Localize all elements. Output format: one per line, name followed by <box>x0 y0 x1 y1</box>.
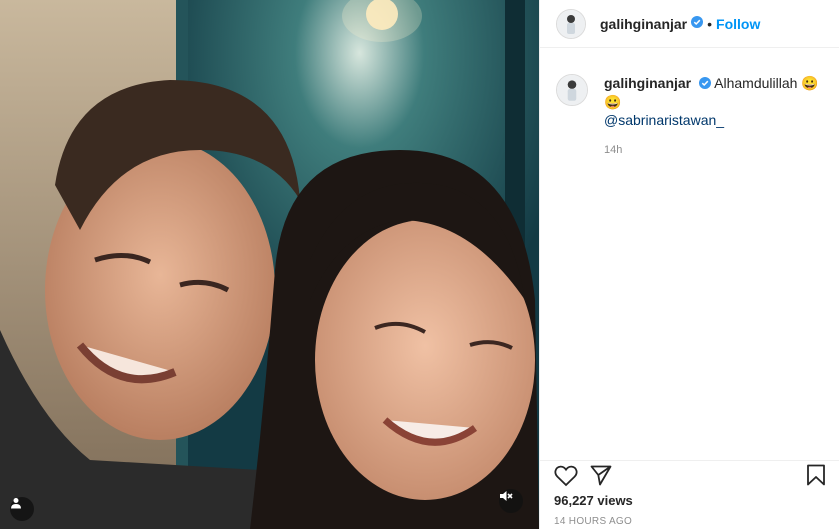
verified-badge-icon <box>691 15 704 33</box>
post-username[interactable]: galihginanjar <box>600 16 687 32</box>
avatar[interactable] <box>556 8 586 39</box>
paper-plane-icon[interactable] <box>590 464 612 486</box>
caption-avatar[interactable] <box>556 74 588 106</box>
follow-button[interactable]: Follow <box>716 16 760 32</box>
bookmark-icon[interactable] <box>806 464 826 486</box>
caption-body: galihginanjar Alhamdulillah 😀😀 @sabrinar… <box>604 74 823 159</box>
avatar-image <box>557 9 585 38</box>
caption: galihginanjar Alhamdulillah 😀😀 @sabrinar… <box>540 48 839 159</box>
post-side-panel: galihginanjar • Follow galihginanjar Alh… <box>539 0 839 529</box>
avatar-image <box>557 75 587 105</box>
heart-icon[interactable] <box>554 465 578 487</box>
view-count[interactable]: 96,227 views <box>554 493 633 508</box>
user-tag-icon <box>11 498 21 509</box>
video-frame <box>0 0 539 529</box>
post-header: galihginanjar • Follow <box>540 0 839 48</box>
post-video[interactable] <box>0 0 539 529</box>
separator-dot: • <box>707 15 713 32</box>
action-bar <box>540 460 839 490</box>
mention-link[interactable]: @sabrinaristawan_ <box>604 112 724 128</box>
post-timestamp[interactable]: 14 HOURS AGO <box>554 516 632 527</box>
mute-button[interactable] <box>499 489 523 513</box>
speaker-muted-icon <box>500 491 513 501</box>
caption-username[interactable]: galihginanjar <box>604 75 691 91</box>
caption-time[interactable]: 14h <box>604 141 823 159</box>
user-tag-button[interactable] <box>10 497 34 521</box>
verified-badge-icon <box>699 75 712 93</box>
